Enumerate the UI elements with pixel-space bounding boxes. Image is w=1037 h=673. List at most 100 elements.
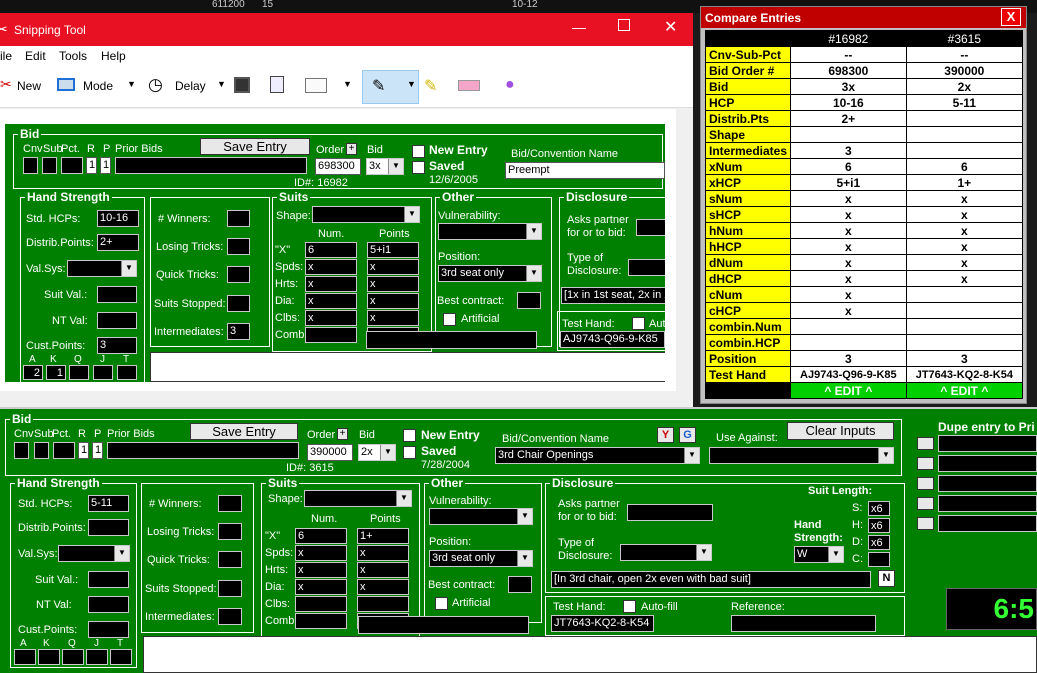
cust-points-field[interactable]: 3	[97, 337, 137, 354]
suit-points-field[interactable]: 5+i1	[367, 242, 419, 258]
disclosure-text-field[interactable]: [1x in 1st seat, 2x in 2	[561, 287, 665, 304]
type-disclosure-select[interactable]: ▼	[620, 544, 712, 561]
suit-num-field[interactable]: x	[305, 293, 357, 309]
asks-field[interactable]	[636, 219, 665, 236]
suit-num-field[interactable]: 6	[305, 242, 357, 258]
quick-tricks-field[interactable]	[227, 266, 250, 283]
save-entry-button[interactable]: Save Entry	[190, 423, 298, 440]
n-button[interactable]: N	[878, 570, 895, 587]
type-disclosure-select[interactable]	[628, 259, 665, 276]
save-icon[interactable]	[234, 77, 250, 93]
saved-checkbox[interactable]	[412, 161, 425, 174]
cust-points-field[interactable]	[88, 621, 129, 638]
akqjt-j-field[interactable]	[86, 649, 108, 665]
dupe-field-1[interactable]	[938, 435, 1037, 452]
test-hand-field[interactable]: JT7643-KQ2-8-K54	[551, 615, 654, 632]
reference-field[interactable]	[731, 615, 876, 632]
valsys-select[interactable]: ▼	[67, 260, 137, 277]
suit-num-field[interactable]: 6	[295, 528, 347, 544]
suit-points-field[interactable]: x	[367, 276, 419, 292]
menu-edit[interactable]: Edit	[25, 49, 46, 63]
order-field[interactable]: 390000	[307, 444, 353, 461]
notes-area[interactable]	[150, 352, 665, 382]
comb-points-wide[interactable]	[366, 331, 537, 349]
best-contract-field[interactable]	[508, 576, 532, 593]
std-hcps-field[interactable]: 10-16	[97, 210, 139, 227]
dupe-button-2[interactable]	[917, 457, 934, 470]
maximize-button[interactable]	[618, 19, 630, 31]
highlighter-icon[interactable]: ✎	[424, 76, 437, 96]
send-icon[interactable]	[305, 78, 327, 93]
dupe-field-4[interactable]	[938, 495, 1037, 512]
suit-length-field[interactable]: x6	[868, 535, 890, 550]
akqjt-t-field[interactable]	[117, 365, 137, 380]
nt-val-field[interactable]	[88, 596, 129, 613]
chevron-down-icon[interactable]: ▼	[127, 79, 136, 89]
quick-tricks-field[interactable]	[218, 551, 242, 568]
std-hcps-field[interactable]: 5-11	[88, 495, 129, 512]
p-field[interactable]: 1	[92, 442, 103, 459]
distrib-points-field[interactable]	[88, 519, 129, 536]
akqjt-a-field[interactable]	[14, 649, 36, 665]
prior-bids-field[interactable]	[107, 442, 299, 459]
akqjt-a-field[interactable]: 2	[23, 365, 43, 380]
chevron-down-icon[interactable]: ▼	[343, 79, 352, 89]
suit-num-field[interactable]	[295, 596, 347, 612]
suit-num-field[interactable]	[305, 327, 357, 343]
delay-button[interactable]: Delay	[175, 79, 206, 93]
notes-area[interactable]	[143, 636, 1037, 673]
chevron-down-icon[interactable]: ▼	[217, 79, 226, 89]
disclosure-text-field[interactable]: [In 3rd chair, open 2x even with bad sui…	[551, 571, 871, 588]
use-against-select[interactable]: ▼	[709, 447, 894, 464]
valsys-select[interactable]: ▼	[58, 545, 130, 562]
artificial-checkbox[interactable]	[435, 597, 448, 610]
akqjt-q-field[interactable]	[62, 649, 84, 665]
winners-field[interactable]	[227, 210, 250, 227]
vulnerability-select[interactable]: ▼	[438, 223, 542, 240]
saved-checkbox[interactable]	[403, 446, 416, 459]
compare-edit-button[interactable]: ^ EDIT ^	[905, 382, 1024, 399]
suit-num-field[interactable]: x	[295, 579, 347, 595]
suit-num-field[interactable]: x	[305, 276, 357, 292]
suit-points-field[interactable]: x	[357, 545, 409, 561]
r-field[interactable]: 1	[78, 442, 89, 459]
comb-points-wide[interactable]	[358, 616, 529, 634]
suit-num-field[interactable]: x	[305, 259, 357, 275]
shape-select[interactable]: ▼	[312, 206, 420, 223]
suit-points-field[interactable]: 1+	[357, 528, 409, 544]
compare-close-button[interactable]: X	[1001, 8, 1021, 26]
intermediates-field[interactable]: 3	[227, 323, 250, 340]
minimize-button[interactable]: —	[572, 19, 586, 35]
position-select[interactable]: 3rd seat only ▼	[429, 550, 533, 567]
sub-field[interactable]	[34, 442, 49, 459]
convention-field[interactable]: Preempt	[505, 162, 665, 179]
order-field[interactable]: 698300	[315, 158, 361, 175]
r-field[interactable]: 1	[86, 157, 97, 174]
order-plus-button[interactable]: +	[346, 143, 357, 155]
suit-points-field[interactable]: x	[367, 310, 419, 326]
vulnerability-select[interactable]: ▼	[429, 508, 533, 525]
akqjt-q-field[interactable]	[69, 365, 89, 380]
vertical-scrollbar[interactable]	[676, 109, 693, 391]
suit-points-field[interactable]: x	[367, 259, 419, 275]
best-contract-field[interactable]	[517, 292, 541, 309]
paint3d-icon[interactable]: ●	[505, 76, 515, 94]
suit-val-field[interactable]	[88, 571, 129, 588]
bid-select[interactable]: 3x ▼	[366, 158, 404, 175]
p-field[interactable]: 1	[100, 157, 111, 174]
akqjt-k-field[interactable]	[38, 649, 60, 665]
test-hand-field[interactable]: AJ9743-Q96-9-K85	[560, 331, 665, 348]
autofill-checkbox[interactable]	[632, 317, 645, 330]
horizontal-scrollbar[interactable]	[0, 391, 693, 407]
clear-inputs-button[interactable]: Clear Inputs	[787, 422, 894, 440]
close-button[interactable]: ✕	[664, 17, 677, 37]
menu-help[interactable]: Help	[101, 49, 126, 63]
akqjt-j-field[interactable]	[93, 365, 113, 380]
compare-edit-button[interactable]: ^ EDIT ^	[790, 382, 907, 399]
losing-tricks-field[interactable]	[218, 523, 242, 540]
dupe-button-3[interactable]	[917, 477, 934, 490]
menu-tools[interactable]: Tools	[59, 49, 87, 63]
suit-points-field[interactable]	[357, 596, 409, 612]
new-button[interactable]: New	[17, 79, 41, 93]
dupe-button-5[interactable]	[917, 517, 934, 530]
